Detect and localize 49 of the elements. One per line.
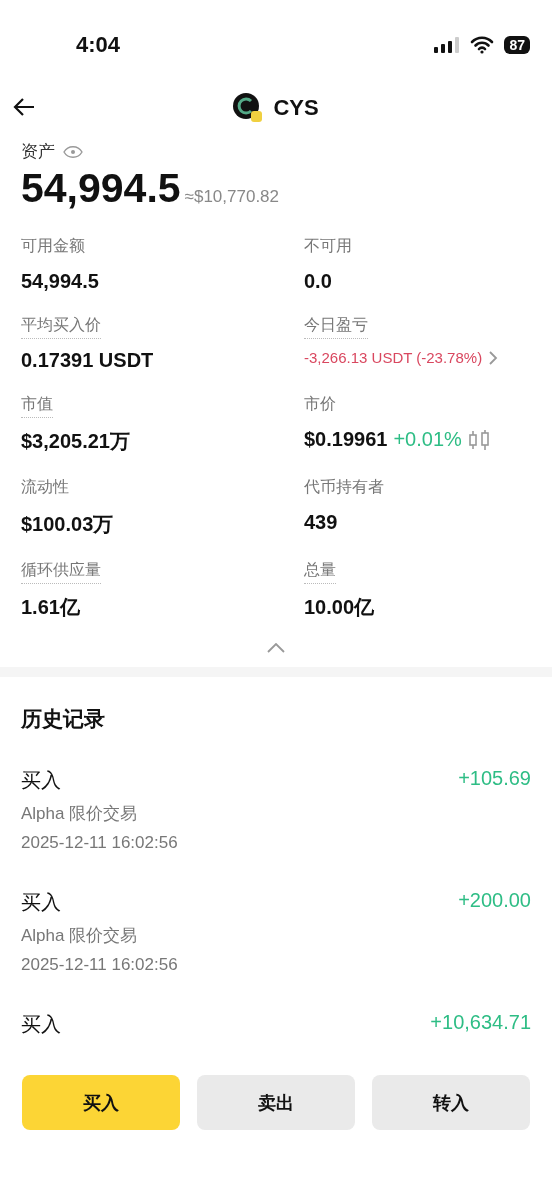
stat-value: 10.00亿	[304, 595, 376, 620]
wifi-icon	[470, 36, 495, 54]
stat-label: 总量	[304, 560, 336, 584]
primary-action-button[interactable]: 买入	[22, 1075, 180, 1130]
stat-label: 不可用	[304, 236, 352, 256]
status-time: 4:04	[76, 32, 121, 58]
action-button[interactable]: 卖出	[197, 1075, 355, 1130]
stat-label: 代币持有者	[304, 477, 384, 497]
stat-label: 平均买入价	[21, 315, 101, 339]
price-change: +0.01%	[393, 428, 462, 451]
stat-value: 0.0	[304, 270, 333, 293]
history-title: 历史记录	[21, 706, 106, 732]
stat-label: 可用金额	[21, 236, 85, 256]
chevron-right-icon[interactable]	[488, 349, 499, 366]
coin-title: CYS	[273, 95, 319, 121]
record-source: Alpha 限价交易	[21, 925, 139, 947]
stat-label: 市价	[304, 394, 336, 414]
record-type: 买入	[21, 890, 62, 915]
stat-label: 今日盈亏	[304, 315, 368, 339]
price-value: $0.19961	[304, 428, 388, 451]
record-time: 2025-12-11 16:02:56	[21, 955, 179, 975]
back-arrow-icon[interactable]	[12, 96, 36, 118]
stat-value: 0.17391 USDT	[21, 349, 155, 372]
stat-value: 1.61亿	[21, 595, 81, 620]
stat-value: 439	[304, 511, 339, 534]
asset-amount: 54,994.5	[21, 165, 181, 212]
candlestick-icon[interactable]	[467, 428, 490, 451]
stat-label: 循环供应量	[21, 560, 101, 584]
record-type: 买入	[21, 768, 62, 793]
coin-logo-icon	[233, 93, 264, 123]
record-source: Alpha 限价交易	[21, 803, 139, 825]
record-amount: +105.69	[458, 767, 531, 791]
record-type: 买入	[21, 1012, 62, 1037]
record-amount: +10,634.71	[430, 1011, 531, 1035]
battery-level: 87	[504, 36, 530, 54]
stat-value: $100.03万	[21, 512, 115, 537]
stat-label: 市值	[21, 394, 53, 418]
action-button[interactable]: 转入	[372, 1075, 530, 1130]
pnl-value: -3,266.13 USDT (-23.78%)	[304, 349, 483, 366]
eye-icon[interactable]	[63, 144, 83, 159]
collapse-chevron-icon[interactable]	[267, 643, 285, 653]
signal-icon	[434, 37, 461, 53]
stat-label: 流动性	[21, 477, 69, 497]
asset-usd-value: ≈$10,770.82	[184, 187, 280, 207]
record-amount: +200.00	[458, 889, 531, 913]
stat-value: 54,994.5	[21, 270, 100, 293]
assets-label: 资产	[21, 141, 55, 163]
stat-value: $3,205.21万	[21, 429, 131, 454]
record-time: 2025-12-11 16:02:56	[21, 833, 179, 853]
